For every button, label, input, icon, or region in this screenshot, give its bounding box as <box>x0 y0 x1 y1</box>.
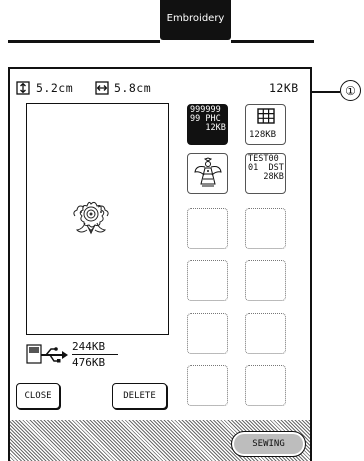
pattern-tile-3[interactable] <box>187 153 228 194</box>
pattern-tile-4[interactable]: TEST00 01 DST 28KB <box>245 153 286 194</box>
memory-divider <box>72 354 118 355</box>
pattern-tile-12[interactable] <box>245 365 286 406</box>
memory-used-value: 244KB <box>72 340 106 353</box>
pattern-tile-11[interactable] <box>187 365 228 406</box>
info-bar: 5.2cm 5.8cm 12KB <box>16 80 308 100</box>
pattern-tile-7[interactable] <box>187 260 228 301</box>
width-value: 5.8cm <box>114 81 152 95</box>
memory-indicator: 244KB 476KB <box>26 340 166 372</box>
close-button[interactable]: CLOSE <box>16 383 60 409</box>
pattern-tile-4-label: TEST00 01 DST 28KB <box>248 154 284 182</box>
memory-free-value: 476KB <box>72 356 106 369</box>
pattern-tile-1[interactable]: 999999 99 PHC 12KB <box>187 104 228 145</box>
height-icon <box>16 81 30 98</box>
height-value: 5.2cm <box>36 81 74 95</box>
callout-line <box>310 91 340 93</box>
pattern-tile-2-size: 128KB <box>249 130 277 140</box>
grid-icon <box>257 108 275 124</box>
pattern-tile-1-label: 999999 99 PHC 12KB <box>190 105 226 133</box>
width-icon <box>95 81 109 98</box>
file-size-value: 12KB <box>269 81 299 95</box>
pattern-preview <box>26 103 169 335</box>
pattern-tile-6[interactable] <box>245 208 286 249</box>
flower-pattern-icon <box>73 201 109 235</box>
angel-pattern-icon <box>194 157 222 187</box>
pattern-tile-10[interactable] <box>245 313 286 354</box>
delete-button[interactable]: DELETE <box>112 383 167 409</box>
pattern-tile-2[interactable]: 128KB <box>245 104 286 145</box>
usb-icon <box>26 344 68 364</box>
callout-number: ① <box>340 80 361 101</box>
tab-embroidery[interactable]: Embroidery <box>160 0 231 40</box>
pattern-tile-8[interactable] <box>245 260 286 301</box>
pattern-tile-9[interactable] <box>187 313 228 354</box>
sewing-button[interactable]: SEWING <box>231 431 306 457</box>
tab-underline-gap <box>160 40 231 43</box>
pattern-tile-5[interactable] <box>187 208 228 249</box>
